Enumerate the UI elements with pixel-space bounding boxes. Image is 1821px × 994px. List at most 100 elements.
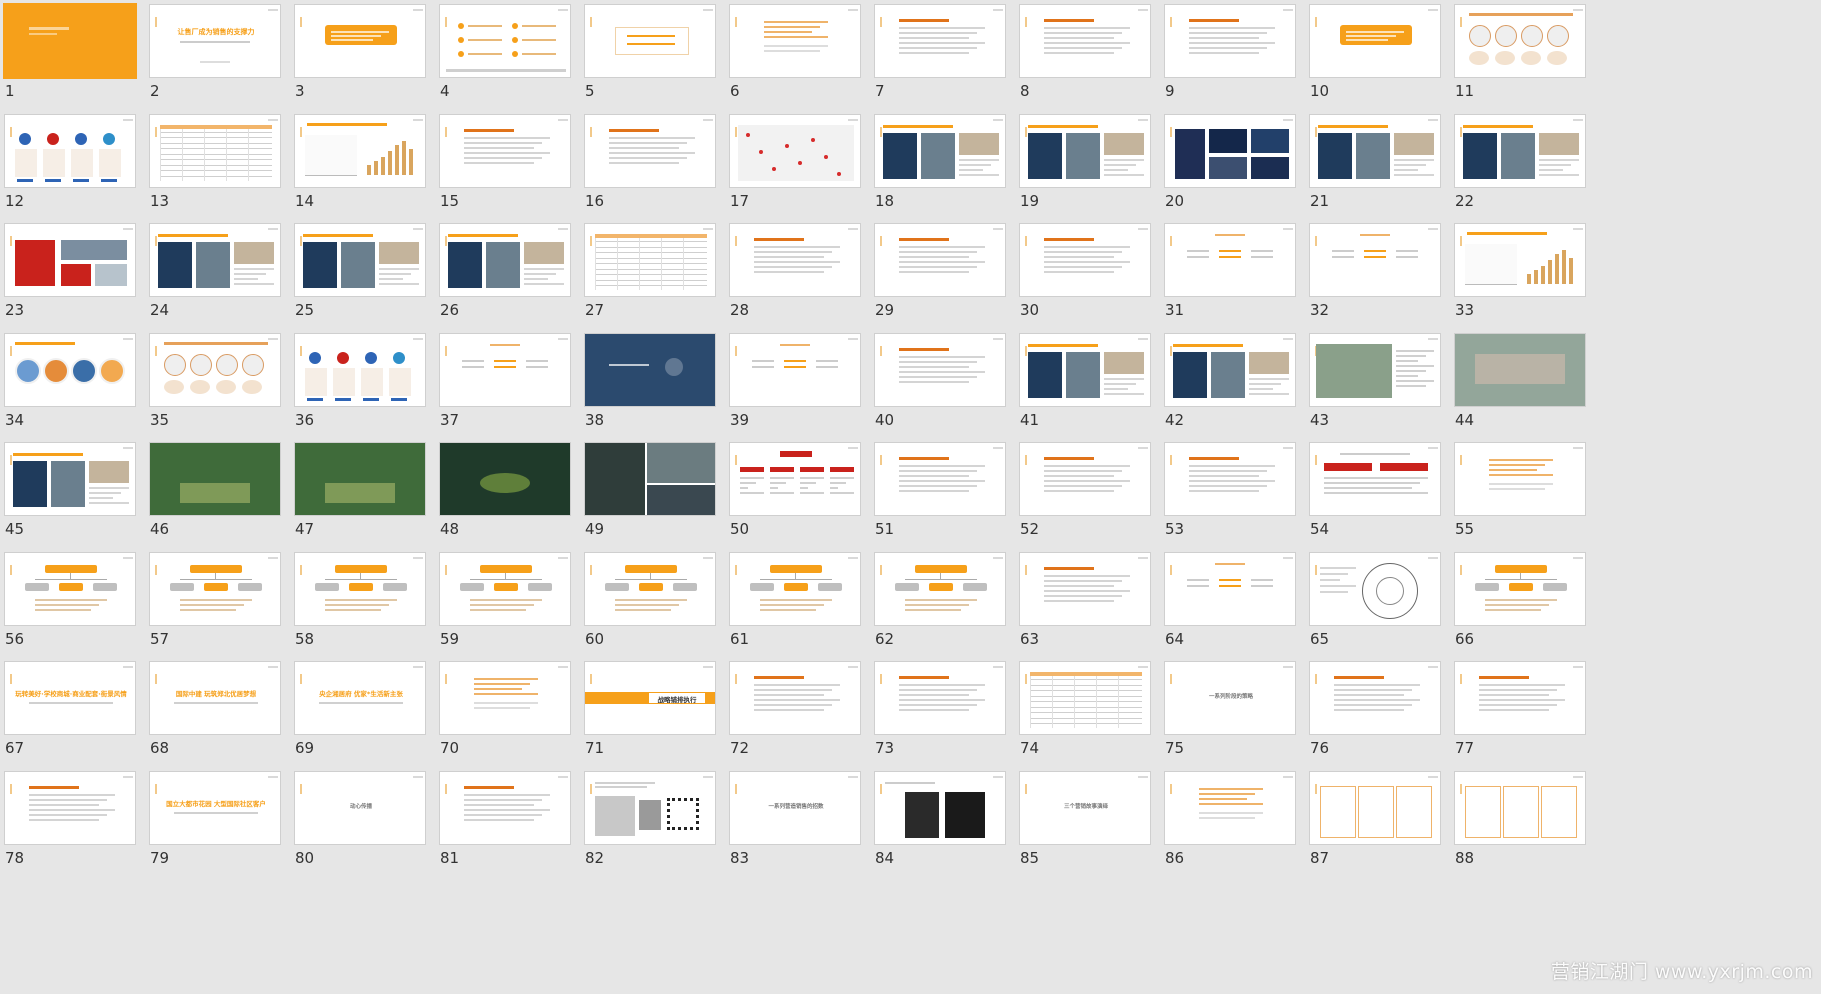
- slide-thumbnail-73[interactable]: [874, 661, 1006, 735]
- slide-thumbnail-74[interactable]: [1019, 661, 1151, 735]
- slide-thumbnail-77[interactable]: [1454, 661, 1586, 735]
- slide-thumbnail-8[interactable]: [1019, 4, 1151, 78]
- slide-thumbnail-68[interactable]: 国际中建 玩筑郑北优居梦想: [149, 661, 281, 735]
- slide-thumbnail-18[interactable]: [874, 113, 1006, 188]
- slide-thumbnail-cell: 30: [1015, 219, 1167, 343]
- slide-thumbnail-46[interactable]: [149, 442, 281, 516]
- slide-thumbnail-88[interactable]: [1454, 770, 1586, 845]
- slide-thumbnail-3[interactable]: [294, 4, 426, 78]
- slide-thumbnail-34[interactable]: [4, 332, 136, 407]
- slide-thumbnail-80[interactable]: 动心传播: [294, 770, 426, 845]
- slide-thumbnail-52[interactable]: [1019, 442, 1151, 516]
- slide-thumbnail-84[interactable]: [874, 770, 1006, 845]
- slide-thumbnail-41[interactable]: [1019, 332, 1151, 407]
- thumb-text-line: [784, 359, 806, 362]
- slide-thumbnail-35[interactable]: [149, 332, 281, 407]
- thumb-text-line: [1489, 469, 1537, 471]
- slide-thumbnail-11[interactable]: [1454, 4, 1586, 78]
- slide-thumbnail-32[interactable]: [1309, 223, 1441, 297]
- slide-thumbnail-59[interactable]: [439, 551, 571, 626]
- slide-thumbnail-5[interactable]: [584, 4, 716, 78]
- slide-thumbnail-51[interactable]: [874, 442, 1006, 516]
- slide-thumbnail-60[interactable]: [584, 551, 716, 626]
- slide-thumbnail-cell: 84: [870, 767, 1022, 891]
- slide-thumbnail-78[interactable]: [4, 770, 136, 845]
- slide-thumbnail-70[interactable]: [439, 661, 571, 735]
- slide-thumbnail-10[interactable]: [1309, 4, 1441, 78]
- slide-thumbnail-24[interactable]: [149, 223, 281, 297]
- slide-thumbnail-39[interactable]: [729, 332, 861, 407]
- slide-thumbnail-19[interactable]: [1019, 113, 1151, 188]
- slide-thumbnail-45[interactable]: [4, 442, 136, 516]
- slide-thumbnail-85[interactable]: 三个营销故事演绎: [1019, 770, 1151, 845]
- slide-thumbnail-26[interactable]: [439, 223, 571, 297]
- slide-thumbnail-72[interactable]: [729, 661, 861, 735]
- slide-thumbnail-65[interactable]: [1309, 551, 1441, 626]
- slide-thumbnail-27[interactable]: [584, 223, 716, 297]
- slide-thumbnail-40[interactable]: [874, 332, 1006, 407]
- slide-thumbnail-81[interactable]: [439, 770, 571, 845]
- slide-thumbnail-29[interactable]: [874, 223, 1006, 297]
- slide-thumbnail-86[interactable]: [1164, 770, 1296, 845]
- thumb-table-col: [639, 238, 640, 290]
- slide-thumbnail-14[interactable]: [294, 113, 426, 188]
- slide-thumbnail-9[interactable]: [1164, 4, 1296, 78]
- slide-thumbnail-23[interactable]: [4, 223, 136, 297]
- slide-thumbnail-50[interactable]: [729, 442, 861, 516]
- slide-thumbnail-69[interactable]: 央企湘居府 优家*生活新主张: [294, 661, 426, 735]
- slide-thumbnail-57[interactable]: [149, 551, 281, 626]
- slide-thumbnail-42[interactable]: [1164, 332, 1296, 407]
- slide-thumbnail-20[interactable]: [1164, 113, 1296, 188]
- slide-thumbnail-33[interactable]: [1454, 223, 1586, 297]
- slide-thumbnail-54[interactable]: [1309, 442, 1441, 516]
- slide-thumbnail-13[interactable]: [149, 113, 281, 188]
- slide-thumbnail-47[interactable]: [294, 442, 426, 516]
- slide-thumbnail-44[interactable]: [1454, 332, 1586, 407]
- slide-thumbnail-38[interactable]: [584, 332, 716, 407]
- slide-number-label: 31: [1165, 301, 1185, 319]
- slide-thumbnail-25[interactable]: [294, 223, 426, 297]
- slide-thumbnail-22[interactable]: [1454, 113, 1586, 188]
- slide-thumbnail-7[interactable]: [874, 4, 1006, 78]
- slide-thumbnail-53[interactable]: [1164, 442, 1296, 516]
- slide-thumbnail-6[interactable]: [729, 4, 861, 78]
- slide-thumbnail-cell: 战略铺排执行 71: [580, 657, 732, 781]
- slide-thumbnail-87[interactable]: [1309, 770, 1441, 845]
- slide-thumbnail-61[interactable]: [729, 551, 861, 626]
- slide-thumbnail-64[interactable]: [1164, 551, 1296, 626]
- thumb-text-line: [464, 156, 542, 159]
- thumb-text-line: [331, 31, 389, 33]
- slide-thumbnail-48[interactable]: [439, 442, 571, 516]
- slide-thumbnail-28[interactable]: [729, 223, 861, 297]
- slide-thumbnail-17[interactable]: [729, 113, 861, 188]
- slide-thumbnail-43[interactable]: [1309, 332, 1441, 407]
- slide-thumbnail-82[interactable]: [584, 770, 716, 845]
- slide-thumbnail-83[interactable]: 一系列营造销售的招数: [729, 770, 861, 845]
- slide-thumbnail-56[interactable]: [4, 551, 136, 626]
- slide-thumbnail-30[interactable]: [1019, 223, 1151, 297]
- slide-thumbnail-16[interactable]: [584, 113, 716, 188]
- thumb-side-mark: [1315, 126, 1317, 137]
- slide-thumbnail-21[interactable]: [1309, 113, 1441, 188]
- slide-number-label: 14: [295, 191, 315, 210]
- slide-thumbnail-62[interactable]: [874, 551, 1006, 626]
- slide-thumbnail-71[interactable]: 战略铺排执行: [584, 661, 716, 735]
- thumb-logo-mark: [848, 228, 858, 230]
- slide-thumbnail-12[interactable]: [4, 113, 136, 188]
- slide-thumbnail-55[interactable]: [1454, 442, 1586, 516]
- slide-thumbnail-37[interactable]: [439, 332, 571, 407]
- slide-thumbnail-67[interactable]: 玩转美好·学校商城·商业配套·街景风情: [4, 661, 136, 735]
- slide-thumbnail-15[interactable]: [439, 113, 571, 188]
- slide-thumbnail-1[interactable]: [3, 3, 137, 79]
- slide-thumbnail-4[interactable]: [439, 4, 571, 78]
- slide-thumbnail-75[interactable]: 一系列阶段的策略: [1164, 661, 1296, 735]
- slide-thumbnail-79[interactable]: 国立大都市花园 大型国际社区客户: [149, 770, 281, 845]
- slide-thumbnail-76[interactable]: [1309, 661, 1441, 735]
- slide-thumbnail-66[interactable]: [1454, 551, 1586, 626]
- slide-thumbnail-49[interactable]: [584, 442, 716, 516]
- slide-thumbnail-2[interactable]: 让售厂成为销售的支撑力: [149, 4, 281, 78]
- slide-thumbnail-63[interactable]: [1019, 551, 1151, 626]
- slide-thumbnail-36[interactable]: [294, 332, 426, 407]
- slide-thumbnail-58[interactable]: [294, 551, 426, 626]
- slide-thumbnail-31[interactable]: [1164, 223, 1296, 297]
